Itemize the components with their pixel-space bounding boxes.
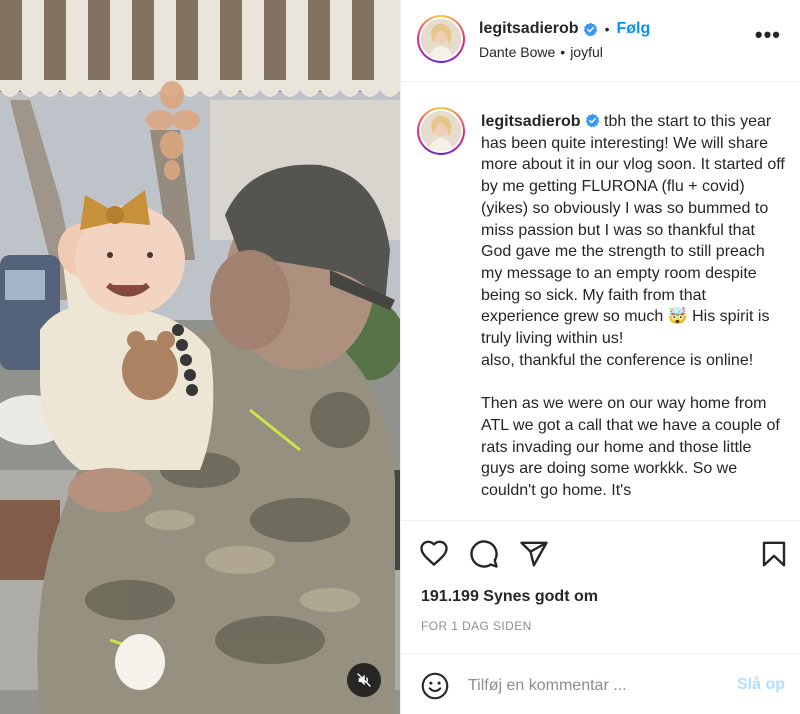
smiley-icon[interactable] (421, 672, 449, 700)
like-count[interactable]: 191.199 Synes godt om (421, 588, 598, 606)
verified-badge-icon (585, 113, 599, 128)
audio-separator: • (560, 44, 566, 60)
post-comment-button[interactable]: Slå op (737, 676, 785, 694)
comment-input[interactable] (468, 673, 718, 699)
verified-badge-icon (583, 22, 597, 36)
bookmark-icon[interactable] (759, 539, 789, 569)
author-avatar[interactable] (417, 15, 465, 63)
heart-icon[interactable] (419, 539, 449, 569)
action-bar: 191.199 Synes godt om FOR 1 DAG SIDEN (401, 520, 800, 650)
post-timestamp: FOR 1 DAG SIDEN (421, 619, 532, 633)
audio-info[interactable]: Dante Bowe • joyful (479, 44, 603, 60)
audio-artist: Dante Bowe (479, 44, 556, 60)
comment-bubble-icon[interactable] (469, 539, 499, 569)
comment-form: Slå op (401, 653, 800, 714)
post-header: legitsadierob • Følg Dante Bowe • joyful •… (401, 0, 800, 82)
post-details-panel: legitsadierob • Følg Dante Bowe • joyful •… (400, 0, 800, 714)
follow-button[interactable]: Følg (616, 20, 650, 38)
caption-scroll-area[interactable]: legitsadierob tbh the start to this year… (401, 83, 800, 520)
author-username[interactable]: legitsadierob (479, 20, 579, 38)
caption-username[interactable]: legitsadierob (481, 113, 581, 130)
paper-plane-icon[interactable] (519, 539, 549, 569)
post-media[interactable] (0, 0, 400, 714)
caption-text: tbh the start to this year has been quit… (481, 113, 785, 499)
post-caption: legitsadierob tbh the start to this year… (481, 111, 787, 502)
audio-track: joyful (570, 44, 603, 60)
more-options-button[interactable]: ••• (755, 24, 781, 46)
post-photo (0, 0, 400, 714)
mute-button[interactable] (347, 663, 381, 697)
header-separator: • (604, 21, 610, 37)
caption-author-avatar[interactable] (417, 107, 465, 155)
speaker-muted-icon (357, 673, 371, 687)
